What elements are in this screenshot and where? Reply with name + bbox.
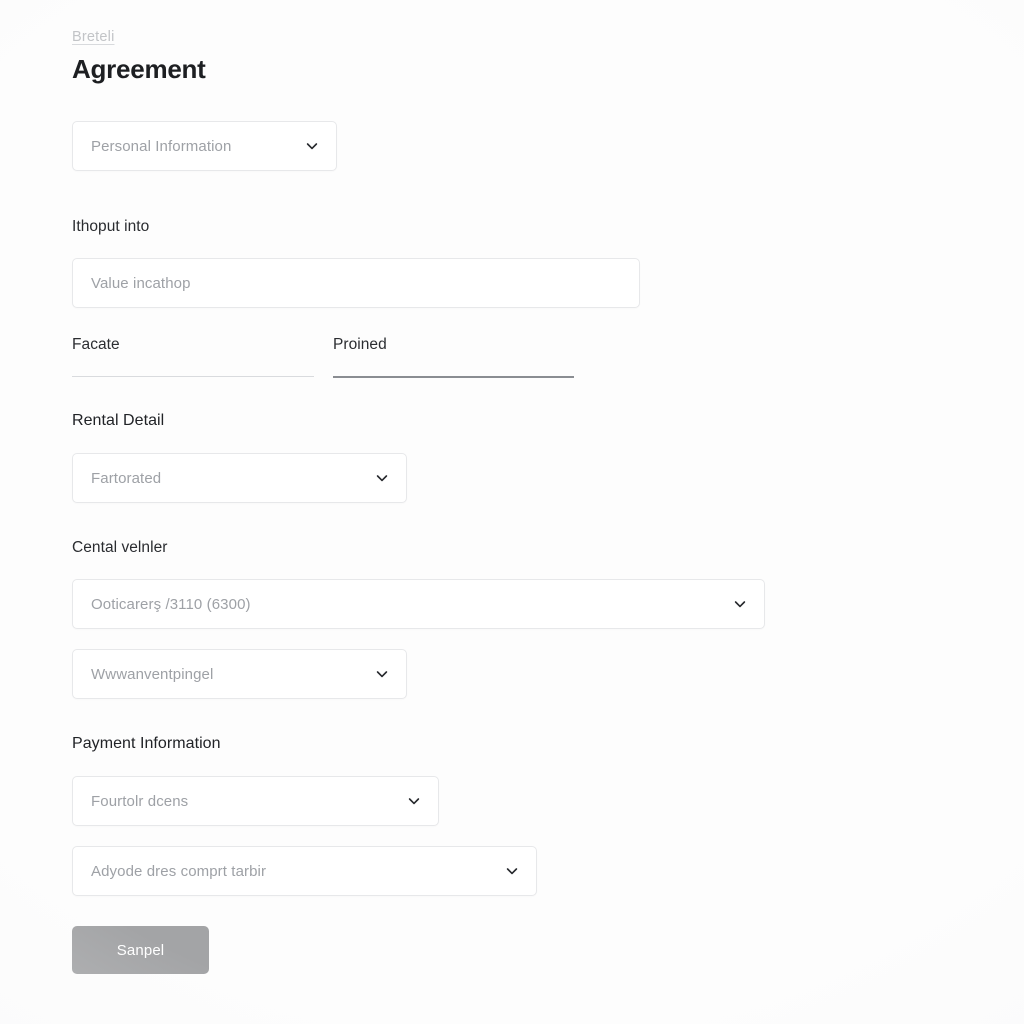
- rental-detail-heading: Rental Detail: [72, 412, 165, 430]
- text-input-wrapper[interactable]: Value incathop: [72, 258, 640, 309]
- tab-proined-underline: [333, 376, 574, 379]
- tab-proined[interactable]: Proined: [333, 336, 574, 379]
- payment-address-select-value: Adyode dres comprt tarbir: [91, 862, 267, 880]
- tab-facate[interactable]: Facate: [72, 336, 314, 378]
- vehicle-sub-select[interactable]: Wwwanventpingel: [72, 649, 407, 700]
- payment-address-select[interactable]: Adyode dres comprt tarbir: [72, 846, 537, 897]
- tab-facate-label: Facate: [72, 336, 120, 354]
- vehicle-select-value: Ooticarerş /3110 (6300): [91, 595, 251, 613]
- agreement-form: Breteli Agreement Personal Information I…: [72, 28, 952, 975]
- vehicle-select[interactable]: Ooticarerş /3110 (6300): [72, 579, 765, 630]
- rental-select[interactable]: Fartorated: [72, 453, 407, 504]
- chevron-down-icon: [504, 863, 520, 879]
- vehicle-sub-select-value: Wwwanventpingel: [91, 665, 214, 683]
- payment-information-heading: Payment Information: [72, 735, 221, 753]
- breadcrumb-link[interactable]: Breteli: [72, 29, 115, 45]
- payment-select[interactable]: Fourtolr dcens: [72, 776, 439, 827]
- payment-select-value: Fourtolr dcens: [91, 792, 189, 810]
- category-select[interactable]: Personal Information: [72, 121, 337, 172]
- page-title: Agreement: [72, 54, 206, 84]
- chevron-down-icon: [374, 666, 390, 682]
- vehicle-select-label: Cental velnler: [72, 539, 168, 557]
- text-input-label: Ithoput into: [72, 218, 150, 236]
- category-select-value: Personal Information: [91, 137, 232, 155]
- tab-proined-label: Proined: [333, 336, 387, 354]
- chevron-down-icon: [732, 596, 748, 612]
- submit-button[interactable]: Sanpel: [72, 926, 209, 975]
- chevron-down-icon: [374, 470, 390, 486]
- rental-select-value: Fartorated: [91, 469, 162, 487]
- tab-bar: Facate Proined: [72, 336, 952, 379]
- chevron-down-icon: [304, 138, 320, 154]
- tab-facate-underline: [72, 376, 314, 378]
- breadcrumb[interactable]: Breteli: [72, 28, 952, 54]
- chevron-down-icon: [406, 793, 422, 809]
- text-input-placeholder: Value incathop: [91, 274, 191, 292]
